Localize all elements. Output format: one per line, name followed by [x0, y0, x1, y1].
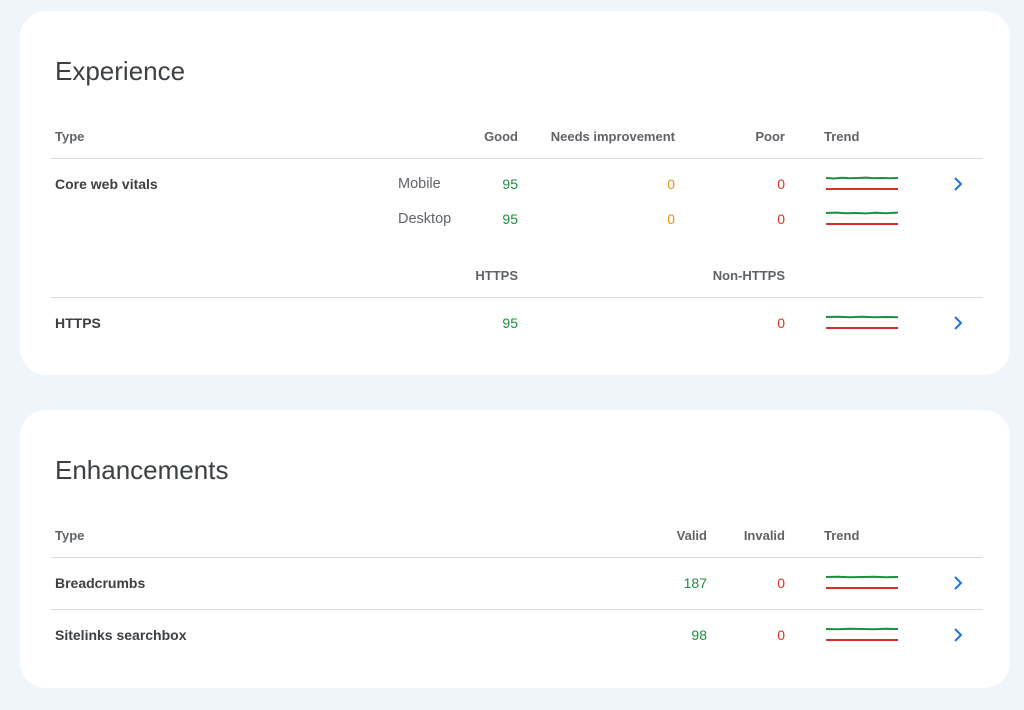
chevron-right-icon[interactable] [951, 627, 965, 643]
value-poor-mobile: 0 [777, 176, 785, 192]
value-non-https: 0 [777, 315, 785, 331]
chevron-right-icon[interactable] [951, 575, 965, 591]
header-valid: Valid [676, 528, 707, 543]
header-good: Good [484, 129, 518, 144]
trend-sparkline [826, 211, 899, 225]
row-name-breadcrumbs: Breadcrumbs [55, 575, 146, 591]
header-https: HTTPS [475, 268, 518, 283]
header-invalid: Invalid [743, 528, 785, 543]
header-trend: Trend [824, 528, 860, 543]
device-desktop: Desktop [398, 211, 452, 227]
value-poor-desktop: 0 [777, 211, 785, 227]
value-needs-desktop: 0 [667, 211, 675, 227]
header-needs-improvement: Needs improvement [550, 129, 675, 144]
value-good-mobile: 95 [502, 176, 518, 192]
value-valid-breadcrumbs: 187 [683, 575, 707, 591]
enhancements-card: Enhancements Type Valid Invalid Trend Br… [20, 410, 1010, 688]
chevron-right-icon[interactable] [951, 176, 965, 192]
value-https: 95 [502, 315, 518, 331]
enhancements-title: Enhancements [55, 455, 229, 485]
value-invalid-sitelinks: 0 [777, 627, 785, 643]
value-invalid-breadcrumbs: 0 [777, 575, 785, 591]
value-needs-mobile: 0 [667, 176, 675, 192]
divider [51, 557, 983, 558]
divider [51, 609, 983, 610]
trend-sparkline [826, 627, 899, 641]
row-name-https: HTTPS [55, 315, 101, 331]
header-trend: Trend [824, 129, 860, 144]
chevron-right-icon[interactable] [951, 315, 965, 331]
trend-sparkline [826, 575, 899, 589]
header-type: Type [55, 129, 85, 144]
row-name-sitelinks-searchbox: Sitelinks searchbox [55, 627, 187, 643]
header-non-https: Non-HTTPS [712, 268, 785, 283]
device-mobile: Mobile [398, 176, 441, 192]
experience-title: Experience [55, 56, 186, 86]
experience-card: Experience Type Good Needs improvement P… [20, 11, 1010, 375]
divider [51, 158, 983, 159]
divider [51, 297, 983, 298]
row-name-core-web-vitals: Core web vitals [55, 176, 158, 192]
trend-sparkline [826, 176, 899, 190]
value-valid-sitelinks: 98 [691, 627, 707, 643]
trend-sparkline [826, 315, 899, 329]
header-poor: Poor [755, 129, 785, 144]
header-type: Type [55, 528, 85, 543]
value-good-desktop: 95 [502, 211, 518, 227]
